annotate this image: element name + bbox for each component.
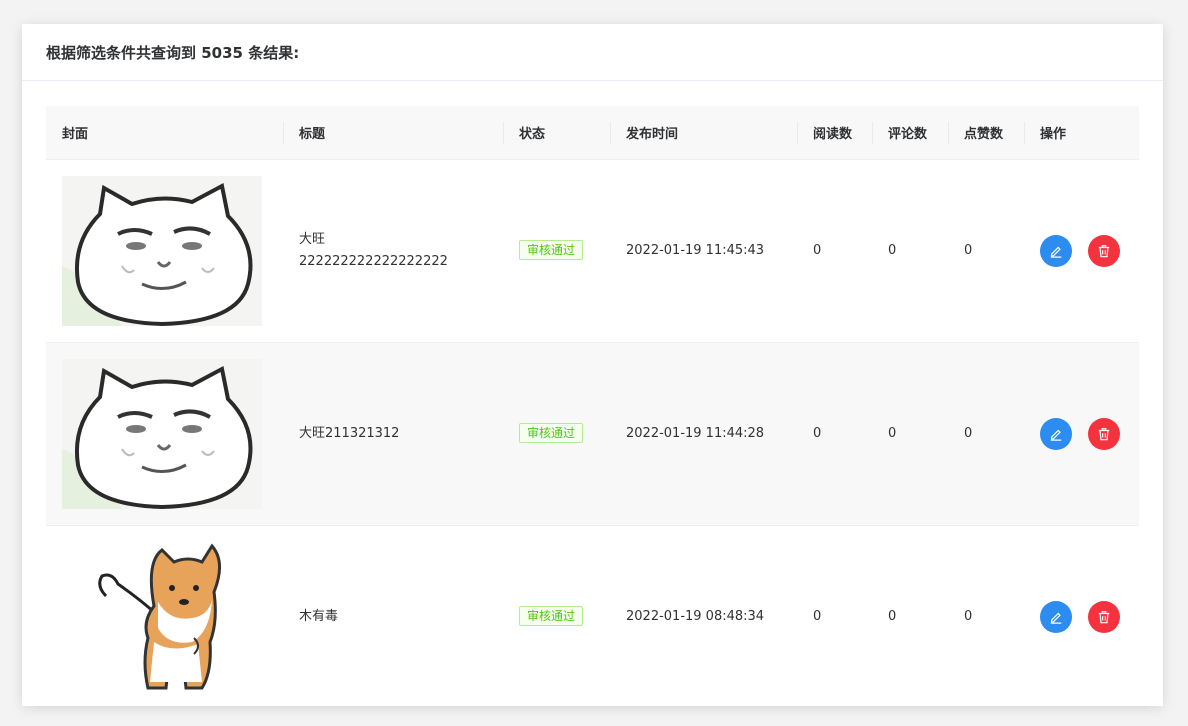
like-count: 0 bbox=[964, 426, 973, 441]
comment-count: 0 bbox=[888, 243, 897, 258]
edit-icon bbox=[1050, 612, 1062, 624]
delete-button[interactable] bbox=[1088, 235, 1120, 267]
table-row: 大旺211321312 审核通过 2022-01-19 11:44:28 0 0… bbox=[46, 343, 1139, 526]
trash-icon bbox=[1098, 245, 1110, 258]
cat-face-meme-image bbox=[62, 176, 262, 326]
column-header-actions: 操作 bbox=[1024, 106, 1139, 159]
result-summary: 根据筛选条件共查询到 5035 条结果: bbox=[22, 24, 1163, 81]
edit-icon bbox=[1050, 246, 1062, 258]
edit-icon bbox=[1050, 429, 1062, 441]
title-cell: 木有毒 bbox=[283, 606, 503, 628]
column-header-status: 状态 bbox=[503, 106, 610, 159]
status-cell: 审核通过 bbox=[503, 423, 610, 445]
actions-cell bbox=[1024, 601, 1139, 633]
column-header-publish-time: 发布时间 bbox=[610, 106, 797, 159]
article-title: 大旺 bbox=[299, 232, 326, 247]
column-header-likes: 点赞数 bbox=[948, 106, 1024, 159]
publish-time: 2022-01-19 08:48:34 bbox=[626, 609, 765, 624]
status-badge: 审核通过 bbox=[519, 423, 584, 443]
delete-button[interactable] bbox=[1088, 418, 1120, 450]
delete-button[interactable] bbox=[1088, 601, 1120, 633]
trash-icon bbox=[1098, 428, 1110, 441]
column-header-title: 标题 bbox=[283, 106, 503, 159]
comment-count: 0 bbox=[888, 426, 897, 441]
edit-button[interactable] bbox=[1040, 418, 1072, 450]
status-cell: 审核通过 bbox=[503, 240, 610, 262]
title-cell: 大旺 222222222222222222 bbox=[283, 229, 503, 273]
status-badge: 审核通过 bbox=[519, 606, 584, 626]
comment-count: 0 bbox=[888, 609, 897, 624]
article-title: 木有毒 bbox=[299, 609, 339, 624]
article-title: 大旺211321312 bbox=[299, 426, 400, 441]
table-row: 木有毒 审核通过 2022-01-19 08:48:34 0 0 0 bbox=[46, 526, 1139, 706]
column-header-cover: 封面 bbox=[62, 127, 89, 142]
read-count: 0 bbox=[813, 426, 822, 441]
column-header-comments: 评论数 bbox=[872, 106, 948, 159]
cover-cell bbox=[46, 359, 283, 509]
cover-cell bbox=[46, 542, 283, 692]
table-row: 大旺 222222222222222222 审核通过 2022-01-19 11… bbox=[46, 160, 1139, 343]
edit-button[interactable] bbox=[1040, 601, 1072, 633]
trash-icon bbox=[1098, 611, 1110, 624]
publish-time: 2022-01-19 11:45:43 bbox=[626, 243, 765, 258]
article-title-continued: 222222222222222222 bbox=[299, 254, 448, 269]
actions-cell bbox=[1024, 235, 1139, 267]
shiba-dog-image bbox=[62, 542, 262, 692]
column-header-reads: 阅读数 bbox=[797, 106, 872, 159]
actions-cell bbox=[1024, 418, 1139, 450]
status-cell: 审核通过 bbox=[503, 606, 610, 628]
cat-face-meme-image bbox=[62, 359, 262, 509]
edit-button[interactable] bbox=[1040, 235, 1072, 267]
article-list-card: 根据筛选条件共查询到 5035 条结果: 封面 标题 状态 发布时间 阅读数 评… bbox=[22, 24, 1163, 706]
title-cell: 大旺211321312 bbox=[283, 423, 503, 445]
status-badge: 审核通过 bbox=[519, 240, 584, 260]
like-count: 0 bbox=[964, 609, 973, 624]
cover-cell bbox=[46, 176, 283, 326]
read-count: 0 bbox=[813, 243, 822, 258]
article-table: 封面 标题 状态 发布时间 阅读数 评论数 点赞数 操作 大旺 22222222… bbox=[46, 106, 1139, 706]
like-count: 0 bbox=[964, 243, 973, 258]
table-header: 封面 标题 状态 发布时间 阅读数 评论数 点赞数 操作 bbox=[46, 106, 1139, 160]
read-count: 0 bbox=[813, 609, 822, 624]
publish-time: 2022-01-19 11:44:28 bbox=[626, 426, 765, 441]
